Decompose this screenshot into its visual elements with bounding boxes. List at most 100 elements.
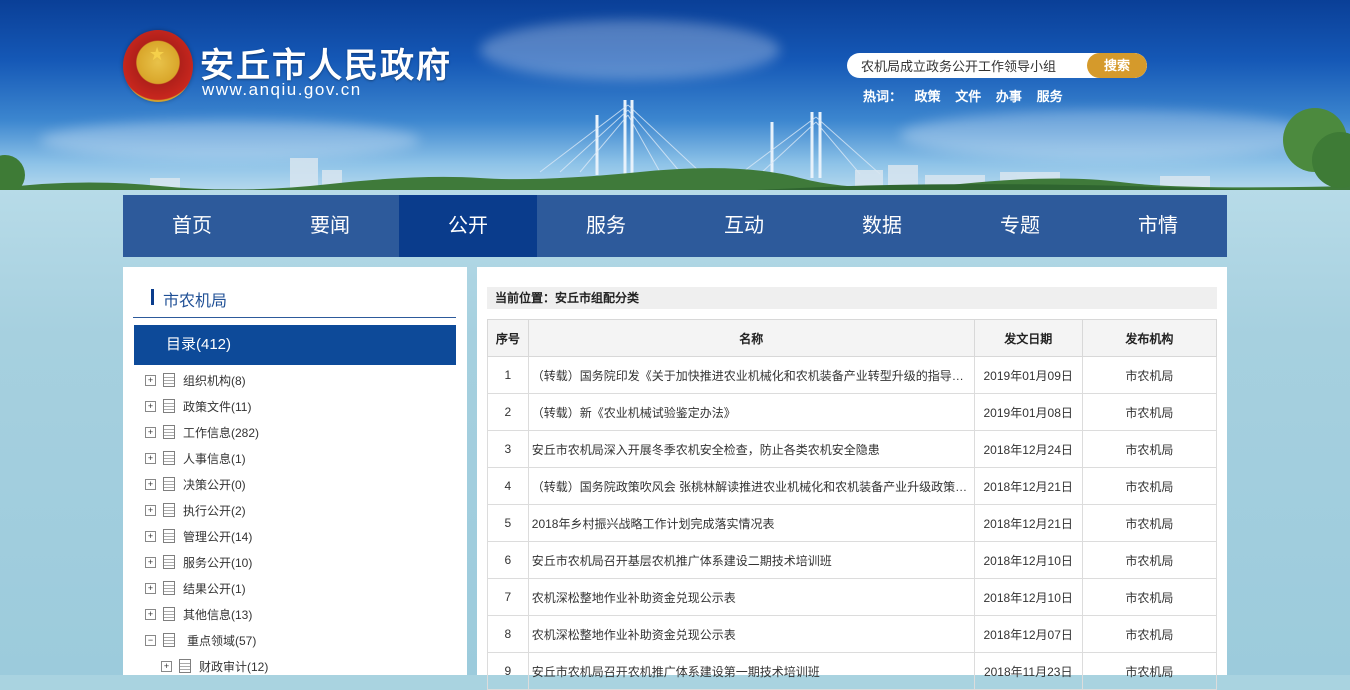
- expand-icon[interactable]: +: [145, 505, 156, 516]
- title-accent-bar: [151, 289, 154, 305]
- table-row: 6 安丘市农机局召开基层农机推广体系建设二期技术培训班 2018年12月10日 …: [487, 541, 1218, 579]
- sidebar-title-text: 市农机局: [163, 293, 228, 310]
- table-row: 2 （转载）新《农业机械试验鉴定办法》 2019年01月08日 市农机局: [487, 393, 1218, 431]
- tree-item[interactable]: + 政策文件(11): [145, 395, 455, 421]
- sidebar: 市农机局 目录(412) + 组织机构(8) + 政策文件(11) + 工作信息(28…: [123, 267, 467, 675]
- column-header-title: 名称: [527, 319, 975, 357]
- row-title-link[interactable]: （转载）国务院政策吹风会 张桃林解读推进农业机械化和农机装备产业升级政策措施: [527, 467, 975, 505]
- row-number: 2: [487, 393, 529, 431]
- row-title-link[interactable]: 安丘市农机局召开农机推广体系建设第一期技术培训班: [527, 652, 975, 690]
- nav-topics[interactable]: 专题: [951, 195, 1089, 257]
- tree-item[interactable]: + 组织机构(8): [145, 369, 455, 395]
- nav-home[interactable]: 首页: [123, 195, 261, 257]
- row-title-text[interactable]: 2018年乡村振兴战略工作计划完成落实情况表: [532, 515, 972, 532]
- document-icon: [163, 451, 175, 465]
- row-date: 2018年12月10日: [973, 541, 1083, 579]
- expand-icon[interactable]: +: [145, 479, 156, 490]
- hot-keyword-document[interactable]: 文件: [955, 89, 981, 104]
- table-row: 7 农机深松整地作业补助资金兑现公示表 2018年12月10日 市农机局: [487, 578, 1218, 616]
- row-title-text[interactable]: （转载）国务院政策吹风会 张桃林解读推进农业机械化和农机装备产业升级政策措施: [532, 478, 972, 495]
- row-title-text[interactable]: （转载）新《农业机械试验鉴定办法》: [532, 404, 972, 421]
- search-input[interactable]: [847, 53, 1093, 78]
- row-title-text[interactable]: 安丘市农机局召开基层农机推广体系建设二期技术培训班: [532, 552, 972, 569]
- row-publisher: 市农机局: [1081, 652, 1218, 690]
- expand-icon[interactable]: +: [145, 609, 156, 620]
- tree-item[interactable]: + 服务公开(10): [145, 551, 455, 577]
- tree-item-label: 服务公开(10): [183, 556, 253, 570]
- expand-icon[interactable]: +: [145, 427, 156, 438]
- row-title-text[interactable]: 安丘市农机局深入开展冬季农机安全检查，防止各类农机安全隐患: [532, 441, 972, 458]
- expand-icon[interactable]: +: [145, 401, 156, 412]
- collapse-icon[interactable]: −: [145, 635, 156, 646]
- row-title-link[interactable]: 2018年乡村振兴战略工作计划完成落实情况表: [527, 504, 975, 542]
- row-publisher: 市农机局: [1081, 467, 1218, 505]
- row-title-link[interactable]: 农机深松整地作业补助资金兑现公示表: [527, 615, 975, 653]
- hot-keywords-label: 热词：: [863, 89, 903, 104]
- column-header-number: 序号: [487, 319, 529, 357]
- table-row: 8 农机深松整地作业补助资金兑现公示表 2018年12月07日 市农机局: [487, 615, 1218, 653]
- nav-data[interactable]: 数据: [813, 195, 951, 257]
- tree-item[interactable]: + 执行公开(2): [145, 499, 455, 525]
- expand-icon[interactable]: +: [161, 661, 172, 672]
- document-icon: [179, 659, 191, 673]
- expand-icon[interactable]: +: [145, 375, 156, 386]
- row-publisher: 市农机局: [1081, 504, 1218, 542]
- tree-item[interactable]: + 工作信息(282): [145, 421, 455, 447]
- row-number: 9: [487, 652, 529, 690]
- table-header-row: 序号 名称 发文日期 发布机构: [487, 319, 1218, 357]
- row-title-text[interactable]: 农机深松整地作业补助资金兑现公示表: [532, 589, 972, 606]
- row-title-link[interactable]: 安丘市农机局召开基层农机推广体系建设二期技术培训班: [527, 541, 975, 579]
- search-box: 搜索: [847, 53, 1147, 78]
- tree-item-label: 管理公开(14): [183, 530, 253, 544]
- tree-item[interactable]: + 其他信息(13): [145, 603, 455, 629]
- document-icon: [163, 399, 175, 413]
- search-button[interactable]: 搜索: [1087, 53, 1147, 78]
- row-date: 2018年12月24日: [973, 430, 1083, 468]
- expand-icon[interactable]: +: [145, 531, 156, 542]
- hot-keyword-service-handling[interactable]: 办事: [996, 89, 1022, 104]
- tree-item[interactable]: + 人事信息(1): [145, 447, 455, 473]
- catalog-tree: + 组织机构(8) + 政策文件(11) + 工作信息(282) + 人事信息(1) +…: [145, 369, 455, 681]
- document-icon: [163, 477, 175, 491]
- row-title-link[interactable]: 安丘市农机局深入开展冬季农机安全检查，防止各类农机安全隐患: [527, 430, 975, 468]
- main-nav: 首页 要闻 公开 服务 互动 数据 专题 市情: [123, 195, 1227, 257]
- tree-item[interactable]: + 结果公开(1): [145, 577, 455, 603]
- expand-icon[interactable]: +: [145, 583, 156, 594]
- row-number: 1: [487, 356, 529, 394]
- row-title-text[interactable]: 农机深松整地作业补助资金兑现公示表: [532, 626, 972, 643]
- expand-icon[interactable]: +: [145, 453, 156, 464]
- row-date: 2018年12月21日: [973, 504, 1083, 542]
- row-title-link[interactable]: （转载）新《农业机械试验鉴定办法》: [527, 393, 975, 431]
- tree-item[interactable]: + 决策公开(0): [145, 473, 455, 499]
- row-title-text[interactable]: （转载）国务院印发《关于加快推进农业机械化和农机装备产业转型升级的指导意见》: [532, 367, 972, 384]
- nav-interact[interactable]: 互动: [675, 195, 813, 257]
- row-title-link[interactable]: 农机深松整地作业补助资金兑现公示表: [527, 578, 975, 616]
- row-date: 2018年12月07日: [973, 615, 1083, 653]
- row-publisher: 市农机局: [1081, 356, 1218, 394]
- main-content: 当前位置：安丘市组配分类 序号 名称 发文日期 发布机构 1 （转载）国务院印发…: [477, 267, 1227, 690]
- tree-item[interactable]: + 管理公开(14): [145, 525, 455, 551]
- row-number: 6: [487, 541, 529, 579]
- tree-item-label: 组织机构(8): [183, 374, 246, 388]
- row-date: 2018年12月10日: [973, 578, 1083, 616]
- nav-service[interactable]: 服务: [537, 195, 675, 257]
- hot-keyword-policy[interactable]: 政策: [915, 89, 941, 104]
- row-title-text[interactable]: 安丘市农机局召开农机推广体系建设第一期技术培训班: [532, 663, 972, 680]
- tree-item-label: 政策文件(11): [183, 400, 252, 414]
- table-row: 9 安丘市农机局召开农机推广体系建设第一期技术培训班 2018年11月23日 市…: [487, 652, 1218, 690]
- hot-keyword-service[interactable]: 服务: [1037, 89, 1063, 104]
- row-publisher: 市农机局: [1081, 430, 1218, 468]
- nav-city-info[interactable]: 市情: [1089, 195, 1227, 257]
- row-title-link[interactable]: （转载）国务院印发《关于加快推进农业机械化和农机装备产业转型升级的指导意见》: [527, 356, 975, 394]
- document-icon: [163, 607, 175, 621]
- tree-item-expanded[interactable]: − 重点领域(57): [145, 629, 455, 655]
- document-icon: [163, 581, 175, 595]
- nav-open[interactable]: 公开: [399, 195, 537, 257]
- nav-news[interactable]: 要闻: [261, 195, 399, 257]
- document-icon: [163, 633, 175, 647]
- document-icon: [163, 555, 175, 569]
- catalog-header[interactable]: 目录(412): [134, 325, 456, 365]
- expand-icon[interactable]: +: [145, 557, 156, 568]
- site-url: www.anqiu.gov.cn: [202, 80, 362, 99]
- tree-child-item[interactable]: + 财政审计(12): [145, 655, 455, 681]
